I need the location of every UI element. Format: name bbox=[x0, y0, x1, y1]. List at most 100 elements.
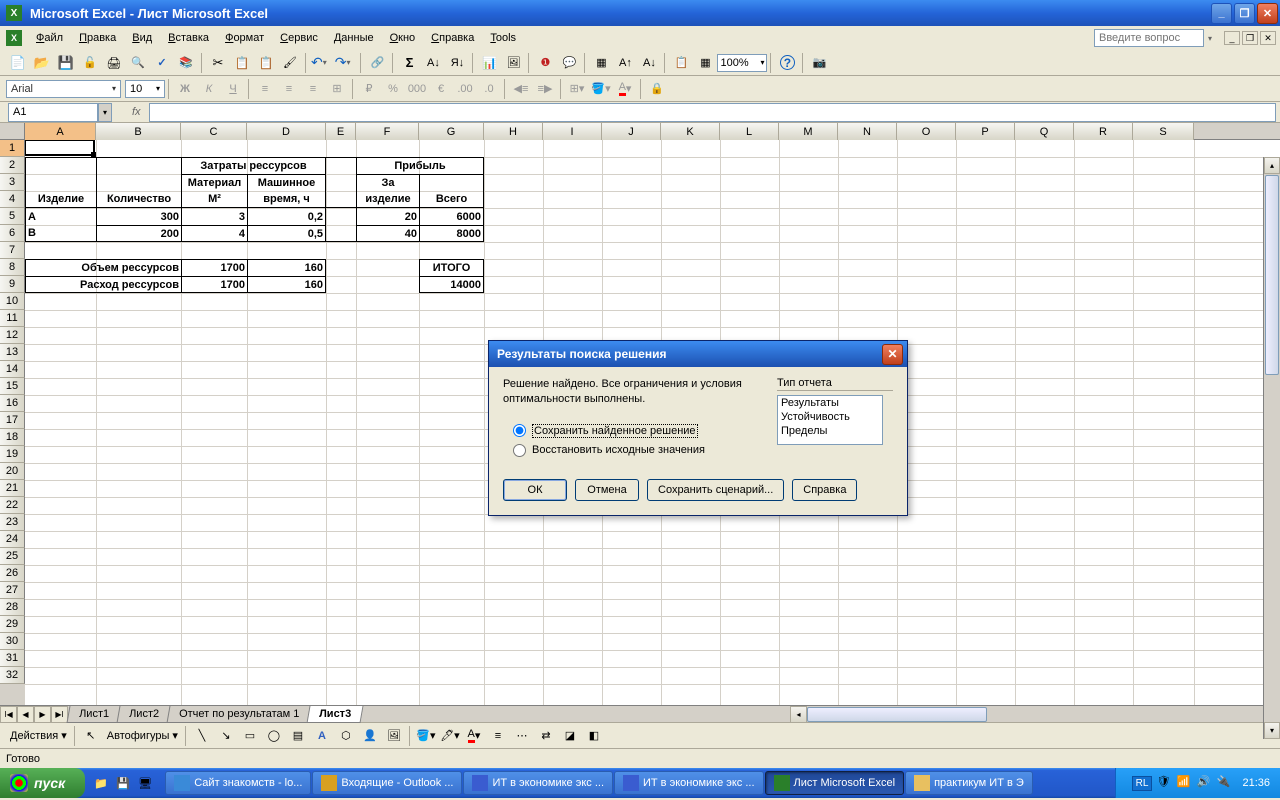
dec-decimal-button[interactable]: .0 bbox=[478, 78, 500, 100]
font-name-combo[interactable]: Arial▾ bbox=[6, 80, 121, 98]
comma-button[interactable]: 000 bbox=[406, 78, 428, 100]
font-color-draw-button[interactable]: A▾ bbox=[463, 725, 485, 747]
col-header-N[interactable]: N bbox=[838, 123, 897, 140]
cell[interactable]: ИТОГО bbox=[419, 259, 484, 276]
col-header-P[interactable]: P bbox=[956, 123, 1015, 140]
undo-button[interactable]: ▾ bbox=[311, 54, 333, 71]
col-header-J[interactable]: J bbox=[602, 123, 661, 140]
permission-button[interactable]: 🔓 bbox=[79, 52, 101, 74]
inc-decimal-button[interactable]: .00 bbox=[454, 78, 476, 100]
copy-button[interactable] bbox=[231, 52, 253, 74]
autofilter-button[interactable]: ▦ bbox=[590, 52, 612, 74]
row-header-28[interactable]: 28 bbox=[0, 599, 25, 616]
cell[interactable]: изделие bbox=[356, 191, 419, 208]
first-sheet-button[interactable]: I◀ bbox=[0, 706, 17, 723]
menu-tools[interactable]: Tools bbox=[482, 28, 524, 48]
row-header-19[interactable]: 19 bbox=[0, 446, 25, 463]
taskbar-task[interactable]: практикум ИТ в Э bbox=[905, 771, 1033, 795]
col-header-I[interactable]: I bbox=[543, 123, 602, 140]
dash-style-button[interactable]: ⋯ bbox=[511, 725, 533, 747]
tray-icon[interactable]: 🔌 bbox=[1216, 775, 1232, 791]
underline-button[interactable]: Ч bbox=[222, 78, 244, 100]
cell[interactable]: 0,2 bbox=[247, 208, 326, 225]
save-scenario-button[interactable]: Сохранить сценарий... bbox=[647, 479, 784, 501]
row-header-17[interactable]: 17 bbox=[0, 412, 25, 429]
cell[interactable]: Прибыль bbox=[356, 157, 484, 174]
show-all-button[interactable]: A↑ bbox=[614, 52, 636, 74]
actions-menu[interactable]: Действия ▾ bbox=[6, 727, 71, 744]
rectangle-button[interactable]: ▭ bbox=[239, 725, 261, 747]
menu-файл[interactable]: Файл bbox=[28, 28, 71, 48]
menu-сервис[interactable]: Сервис bbox=[272, 28, 326, 48]
font-color-button[interactable]: A▾ bbox=[614, 78, 636, 100]
cell[interactable]: 6000 bbox=[419, 208, 484, 225]
menu-данные[interactable]: Данные bbox=[326, 28, 382, 48]
sheet-tab[interactable]: Лист3 bbox=[307, 706, 364, 723]
currency-button[interactable]: ₽ bbox=[358, 78, 380, 100]
row-header-16[interactable]: 16 bbox=[0, 395, 25, 412]
tray-icon[interactable]: 📶 bbox=[1176, 775, 1192, 791]
hscroll-thumb[interactable] bbox=[807, 707, 987, 722]
taskbar-task[interactable]: ИТ в экономике экс ... bbox=[614, 771, 764, 795]
cell[interactable]: Затраты рессурсов bbox=[181, 157, 326, 174]
cell[interactable]: Машинное bbox=[247, 174, 326, 191]
row-header-18[interactable]: 18 bbox=[0, 429, 25, 446]
fill-color-draw-button[interactable]: 🪣▾ bbox=[415, 725, 437, 747]
row-header-22[interactable]: 22 bbox=[0, 497, 25, 514]
sheet-tab[interactable]: Лист1 bbox=[67, 706, 122, 723]
currency-style-button[interactable]: 📋 bbox=[670, 52, 692, 74]
start-button[interactable]: пуск bbox=[0, 768, 85, 798]
col-header-Q[interactable]: Q bbox=[1015, 123, 1074, 140]
row-header-2[interactable]: 2 bbox=[0, 157, 25, 174]
fx-icon[interactable]: fx bbox=[132, 106, 141, 118]
cell[interactable]: 160 bbox=[247, 276, 326, 293]
cell[interactable]: За bbox=[356, 174, 419, 191]
col-header-F[interactable]: F bbox=[356, 123, 419, 140]
cut-button[interactable] bbox=[207, 52, 229, 74]
cell[interactable] bbox=[326, 225, 356, 242]
scroll-up-button[interactable]: ▴ bbox=[1264, 157, 1280, 174]
line-color-button[interactable]: 🖊▾ bbox=[439, 725, 461, 747]
cell[interactable]: М² bbox=[181, 191, 247, 208]
language-indicator[interactable]: RL bbox=[1132, 776, 1153, 791]
arrow-button[interactable]: ↘ bbox=[215, 725, 237, 747]
percent-button[interactable]: % bbox=[382, 78, 404, 100]
autosum-button[interactable] bbox=[398, 52, 420, 74]
row-header-1[interactable]: 1 bbox=[0, 140, 25, 157]
excel-doc-icon[interactable]: X bbox=[6, 30, 22, 46]
fill-color-button[interactable]: 🪣▾ bbox=[590, 78, 612, 100]
cell[interactable] bbox=[419, 174, 484, 191]
row-header-25[interactable]: 25 bbox=[0, 548, 25, 565]
ok-button[interactable]: ОК bbox=[503, 479, 567, 501]
cell[interactable]: 200 bbox=[96, 225, 181, 242]
row-header-27[interactable]: 27 bbox=[0, 582, 25, 599]
cell[interactable] bbox=[96, 157, 181, 174]
minimize-button[interactable]: _ bbox=[1211, 3, 1232, 24]
col-header-D[interactable]: D bbox=[247, 123, 326, 140]
spelling-button[interactable]: ✓ bbox=[151, 52, 173, 74]
taskbar-task[interactable]: ИТ в экономике экс ... bbox=[463, 771, 613, 795]
shadow-button[interactable]: ◪ bbox=[559, 725, 581, 747]
dialog-titlebar[interactable]: Результаты поиска решения ✕ bbox=[489, 341, 907, 367]
pivot-button[interactable]: ❶ bbox=[534, 52, 556, 74]
ql-save-icon[interactable]: 💾 bbox=[113, 772, 133, 794]
cell[interactable] bbox=[96, 174, 181, 191]
col-header-S[interactable]: S bbox=[1133, 123, 1194, 140]
merge-center-button[interactable]: ⊞ bbox=[326, 78, 348, 100]
help-dropdown-icon[interactable]: ▾ bbox=[1208, 34, 1212, 43]
dec-indent-button[interactable]: ◀≡ bbox=[510, 78, 532, 100]
chart-wizard-button[interactable] bbox=[478, 52, 500, 74]
cell[interactable]: 14000 bbox=[419, 276, 484, 293]
scroll-left-button[interactable]: ◂ bbox=[790, 706, 807, 723]
row-header-8[interactable]: 8 bbox=[0, 259, 25, 276]
sort-asc-button[interactable]: A↓ bbox=[422, 52, 444, 74]
row-header-6[interactable]: 6 bbox=[0, 225, 25, 242]
print-button[interactable] bbox=[103, 52, 125, 74]
keep-solution-radio[interactable]: Сохранить найденное решение bbox=[513, 424, 765, 438]
doc-close-button[interactable]: ✕ bbox=[1260, 31, 1276, 45]
3d-button[interactable]: ◧ bbox=[583, 725, 605, 747]
row-header-32[interactable]: 32 bbox=[0, 667, 25, 684]
row-header-29[interactable]: 29 bbox=[0, 616, 25, 633]
col-header-R[interactable]: R bbox=[1074, 123, 1133, 140]
row-header-10[interactable]: 10 bbox=[0, 293, 25, 310]
